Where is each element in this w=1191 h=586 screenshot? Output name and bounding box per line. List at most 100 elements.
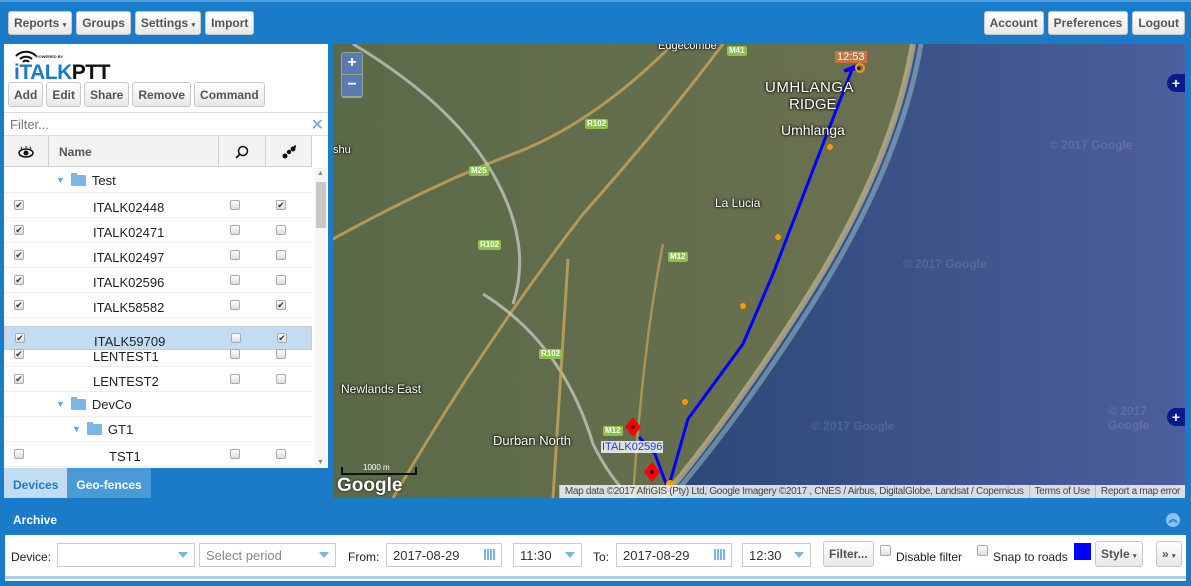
follow-checkbox[interactable] (230, 349, 240, 359)
from-label: From: (348, 550, 380, 564)
folder-node[interactable]: ▼ GT1 (72, 421, 134, 437)
snap-to-roads-checkbox[interactable] (977, 545, 988, 556)
device-marker-label: ITALK02596 (601, 441, 664, 453)
groups-button[interactable]: Groups (76, 11, 131, 35)
column-follow[interactable] (219, 136, 266, 167)
from-date-input[interactable]: 2017-08-29 (386, 543, 502, 567)
folder-row[interactable]: ▼ DevCo (4, 392, 312, 417)
device-filter-input[interactable] (4, 113, 294, 135)
report-map-error-link[interactable]: Report a map error (1094, 485, 1185, 498)
scrollbar-thumb[interactable] (316, 182, 326, 228)
edit-device-button[interactable]: Edit (46, 82, 81, 107)
trail-checkbox[interactable] (276, 374, 286, 384)
visible-checkbox[interactable]: ✔ (14, 374, 24, 384)
device-row[interactable]: TST1 (4, 442, 312, 467)
period-select[interactable]: Select period (199, 543, 336, 567)
expand-triangle-icon[interactable]: ▼ (56, 399, 65, 409)
trail-checkbox[interactable] (276, 225, 286, 235)
trail-checkbox[interactable] (276, 275, 286, 285)
visible-checkbox[interactable]: ✔ (14, 250, 24, 260)
import-button[interactable]: Import (205, 11, 255, 35)
visible-checkbox[interactable]: ✔ (14, 300, 24, 310)
logo-text-b: PTT (71, 61, 111, 84)
filter-button[interactable]: Filter... (823, 541, 874, 567)
folder-row[interactable]: ▼ Test (4, 168, 312, 193)
device-name: ITALK02471 (93, 225, 165, 240)
device-select[interactable] (57, 543, 195, 567)
caret-down-icon: ▾ (1133, 553, 1137, 560)
device-row[interactable]: ✔ ITALK58582 ✔ (4, 293, 312, 318)
from-date-value: 2017-08-29 (393, 548, 460, 563)
trail-checkbox[interactable]: ✔ (276, 200, 286, 210)
visible-checkbox[interactable]: ✔ (14, 349, 24, 359)
folder-label: GT1 (107, 421, 134, 437)
follow-checkbox[interactable] (230, 449, 240, 459)
device-row[interactable]: ✔ ITALK02497 (4, 243, 312, 268)
add-device-button[interactable]: Add (8, 82, 44, 107)
google-logo: Google (337, 475, 403, 496)
logout-button[interactable]: Logout (1132, 11, 1185, 35)
to-date-input[interactable]: 2017-08-29 (616, 543, 732, 567)
to-time-select[interactable]: 12:30 (742, 543, 811, 567)
visible-checkbox[interactable] (14, 449, 24, 459)
route-point (682, 399, 688, 405)
tab-devices[interactable]: Devices (4, 468, 68, 498)
follow-checkbox[interactable] (230, 225, 240, 235)
visible-checkbox[interactable]: ✔ (14, 200, 24, 210)
tab-geo-fences[interactable]: Geo-fences (67, 468, 151, 498)
visible-checkbox[interactable]: ✔ (14, 275, 24, 285)
map-view[interactable]: UMHLANGA RIDGE Umhlanga La Lucia Newland… (333, 44, 1185, 498)
folder-node[interactable]: ▼ DevCo (56, 396, 132, 412)
trail-checkbox[interactable] (276, 250, 286, 260)
command-button[interactable]: Command (194, 82, 265, 107)
follow-checkbox[interactable] (230, 275, 240, 285)
expand-triangle-icon[interactable]: ▼ (72, 424, 81, 434)
column-name[interactable]: Name (49, 136, 219, 167)
folder-node[interactable]: ▼ Test (56, 172, 116, 188)
expand-panel-icon[interactable]: + (1167, 408, 1185, 426)
trail-checkbox[interactable] (276, 349, 286, 359)
terms-of-use-link[interactable]: Terms of Use (1028, 485, 1095, 498)
device-row[interactable]: ✔ ITALK02471 (4, 218, 312, 243)
device-row[interactable]: ✔ ITALK02448 ✔ (4, 193, 312, 218)
follow-checkbox[interactable] (230, 250, 240, 260)
trail-checkbox[interactable] (276, 449, 286, 459)
column-trail[interactable] (266, 136, 312, 167)
scroll-down-icon[interactable]: ▼ (317, 459, 324, 466)
clear-filter-icon[interactable]: ✕ (311, 115, 324, 135)
visible-checkbox[interactable]: ✔ (14, 225, 24, 235)
collapse-icon[interactable]: ︽ (1166, 513, 1180, 527)
device-row[interactable]: ✔ LENTEST1 (4, 342, 312, 367)
column-visible[interactable] (4, 136, 49, 167)
folder-row[interactable]: ▼ GT1 (4, 417, 312, 442)
disable-filter-checkbox[interactable] (880, 545, 891, 556)
calendar-icon[interactable] (714, 549, 726, 560)
reports-menu-button[interactable]: Reports ▾ (8, 11, 73, 35)
style-menu-button[interactable]: Style ▾ (1095, 541, 1143, 567)
calendar-icon[interactable] (484, 549, 496, 560)
device-grid-scrollbar[interactable]: ▲ ▼ (315, 168, 327, 468)
zoom-out-button[interactable]: − (342, 75, 362, 96)
scroll-up-icon[interactable]: ▲ (317, 170, 324, 177)
follow-checkbox[interactable] (230, 300, 240, 310)
from-time-select[interactable]: 11:30 (513, 543, 582, 567)
remove-device-button[interactable]: Remove (132, 82, 192, 107)
expand-panel-icon[interactable]: + (1167, 74, 1185, 92)
more-menu-button[interactable]: » ▾ (1156, 541, 1182, 567)
zoom-in-button[interactable]: + (342, 53, 362, 74)
follow-checkbox[interactable] (230, 374, 240, 384)
map-attribution: Map data ©2017 AfriGIS (Pty) Ltd, Google… (558, 485, 1185, 498)
device-name: ITALK02448 (93, 200, 165, 215)
expand-triangle-icon[interactable]: ▼ (56, 175, 65, 185)
settings-menu-button[interactable]: Settings ▾ (134, 11, 202, 35)
account-button[interactable]: Account (983, 11, 1044, 35)
archive-toolbar: Device: Select period From: 2017-08-29 1… (5, 535, 1186, 579)
device-row[interactable]: ✔ LENTEST2 (4, 367, 312, 392)
route-point (740, 303, 746, 309)
device-row[interactable]: ✔ ITALK02596 (4, 268, 312, 293)
follow-checkbox[interactable] (230, 200, 240, 210)
route-color-swatch[interactable] (1074, 543, 1091, 560)
preferences-button[interactable]: Preferences (1047, 11, 1129, 35)
trail-checkbox[interactable]: ✔ (276, 300, 286, 310)
share-device-button[interactable]: Share (84, 82, 130, 107)
